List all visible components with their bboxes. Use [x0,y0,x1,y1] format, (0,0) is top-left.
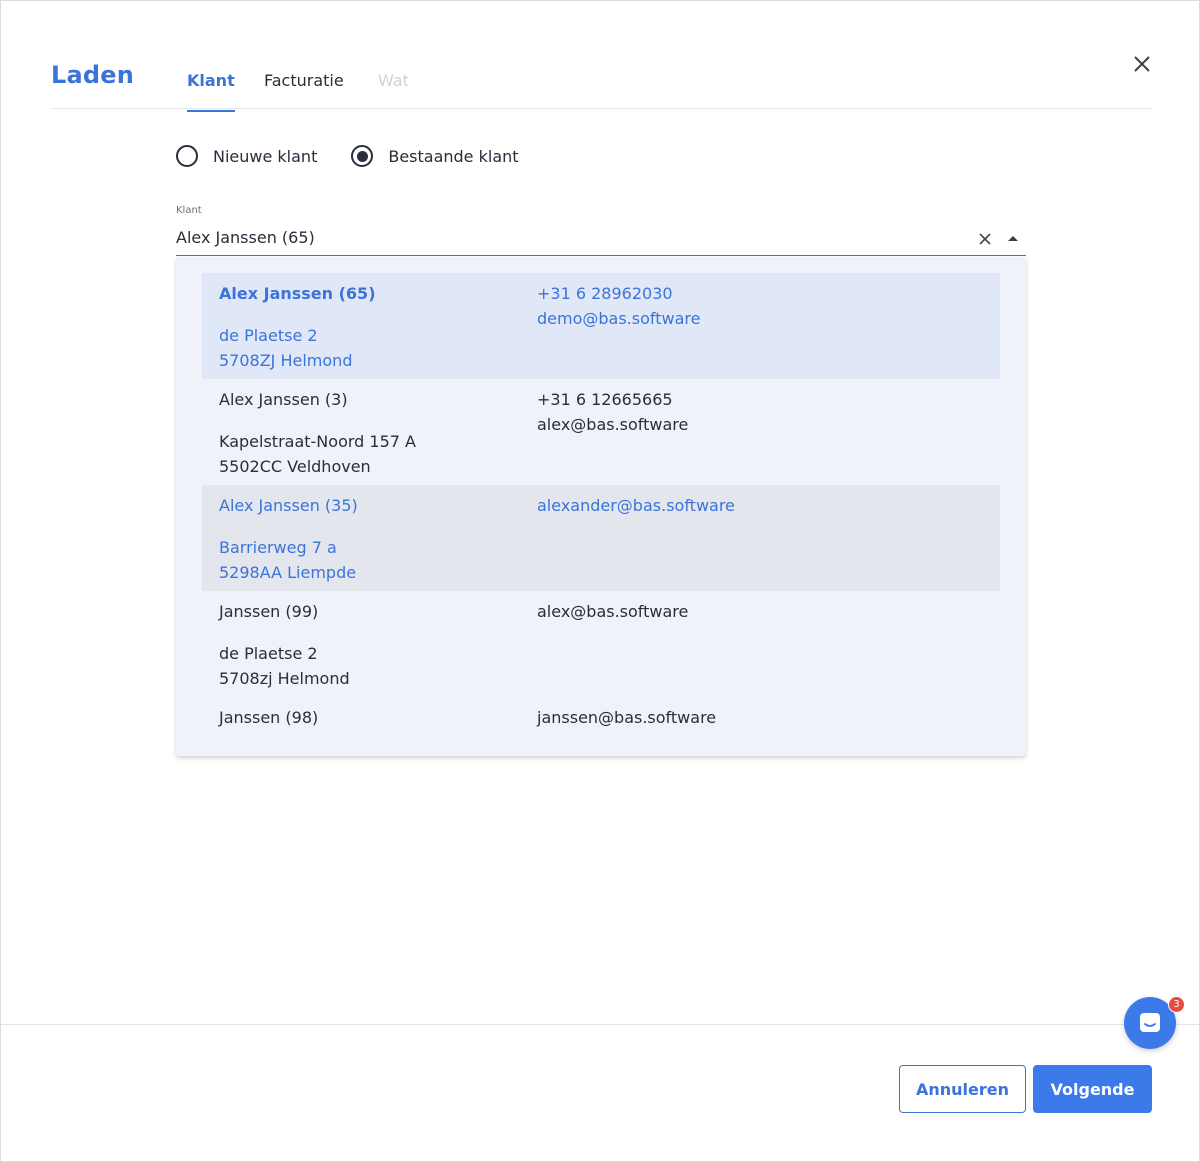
option-street: de Plaetse 2 [219,644,318,663]
option-city: 5298AA Liempde [219,563,357,582]
option-city: 5708ZJ Helmond [219,351,353,370]
cancel-button[interactable]: Annuleren [899,1065,1026,1113]
load-dialog: Laden Klant Facturatie Wat Nieuwe klant … [0,0,1200,1162]
next-button[interactable]: Volgende [1033,1065,1152,1113]
tab-wat: Wat [378,71,409,90]
list-item[interactable]: Alex Janssen (35) Barrierweg 7 a 5298AA … [202,485,1000,591]
tab-facturatie[interactable]: Facturatie [264,71,344,110]
option-name: Alex Janssen (3) [219,390,348,409]
chat-notification-badge: 3 [1168,996,1185,1013]
radio-existing-customer[interactable]: Bestaande klant [351,145,519,167]
option-name: Janssen (98) [219,708,319,727]
option-city: 5708zj Helmond [219,669,350,688]
customer-type-radio-group: Nieuwe klant Bestaande klant [176,145,553,167]
close-icon [1134,56,1150,72]
caret-up-icon[interactable] [1008,236,1018,241]
radio-existing-customer-label: Bestaande klant [388,146,519,166]
list-item[interactable]: Alex Janssen (65) de Plaetse 2 5708ZJ He… [202,273,1000,379]
chat-icon [1140,1013,1160,1032]
clear-icon[interactable] [978,232,992,246]
option-name: Janssen (99) [219,602,319,621]
option-street: Kapelstraat-Noord 157 A [219,432,416,451]
dialog-header: Laden Klant Facturatie Wat [51,41,1151,112]
option-name: Alex Janssen (35) [219,496,358,515]
option-name: Alex Janssen (65) [219,284,376,303]
radio-new-customer-label: Nieuwe klant [213,146,318,166]
list-item[interactable]: Janssen (99) de Plaetse 2 5708zj Helmond… [202,591,1000,697]
customer-select[interactable]: Alex Janssen (65) [176,223,1026,256]
footer-divider [1,1024,1199,1025]
radio-new-customer[interactable]: Nieuwe klant [176,145,317,167]
option-street: de Plaetse 2 [219,326,318,345]
tab-klant[interactable]: Klant [187,71,235,112]
option-email: demo@bas.software [537,309,701,328]
option-email: alexander@bas.software [537,496,735,515]
option-email: janssen@bas.software [537,708,717,727]
option-phone: +31 6 12665665 [537,390,673,409]
option-city: 5502CC Veldhoven [219,457,371,476]
close-button[interactable] [1129,51,1155,77]
option-phone: +31 6 28962030 [537,284,673,303]
list-item[interactable]: Alex Janssen (3) Kapelstraat-Noord 157 A… [202,379,1000,485]
radio-checked-icon [351,145,374,167]
option-email: alex@bas.software [537,415,689,434]
customer-select-value[interactable]: Alex Janssen (65) [176,228,315,247]
list-item[interactable]: Janssen (98) janssen@bas.software [202,697,1000,741]
option-email: alex@bas.software [537,602,689,621]
dialog-title: Laden [51,61,135,89]
radio-unchecked-icon [176,145,198,167]
customer-dropdown-list: Alex Janssen (65) de Plaetse 2 5708ZJ He… [176,257,1026,756]
option-street: Barrierweg 7 a [219,538,337,557]
customer-field-label: Klant [176,205,202,216]
